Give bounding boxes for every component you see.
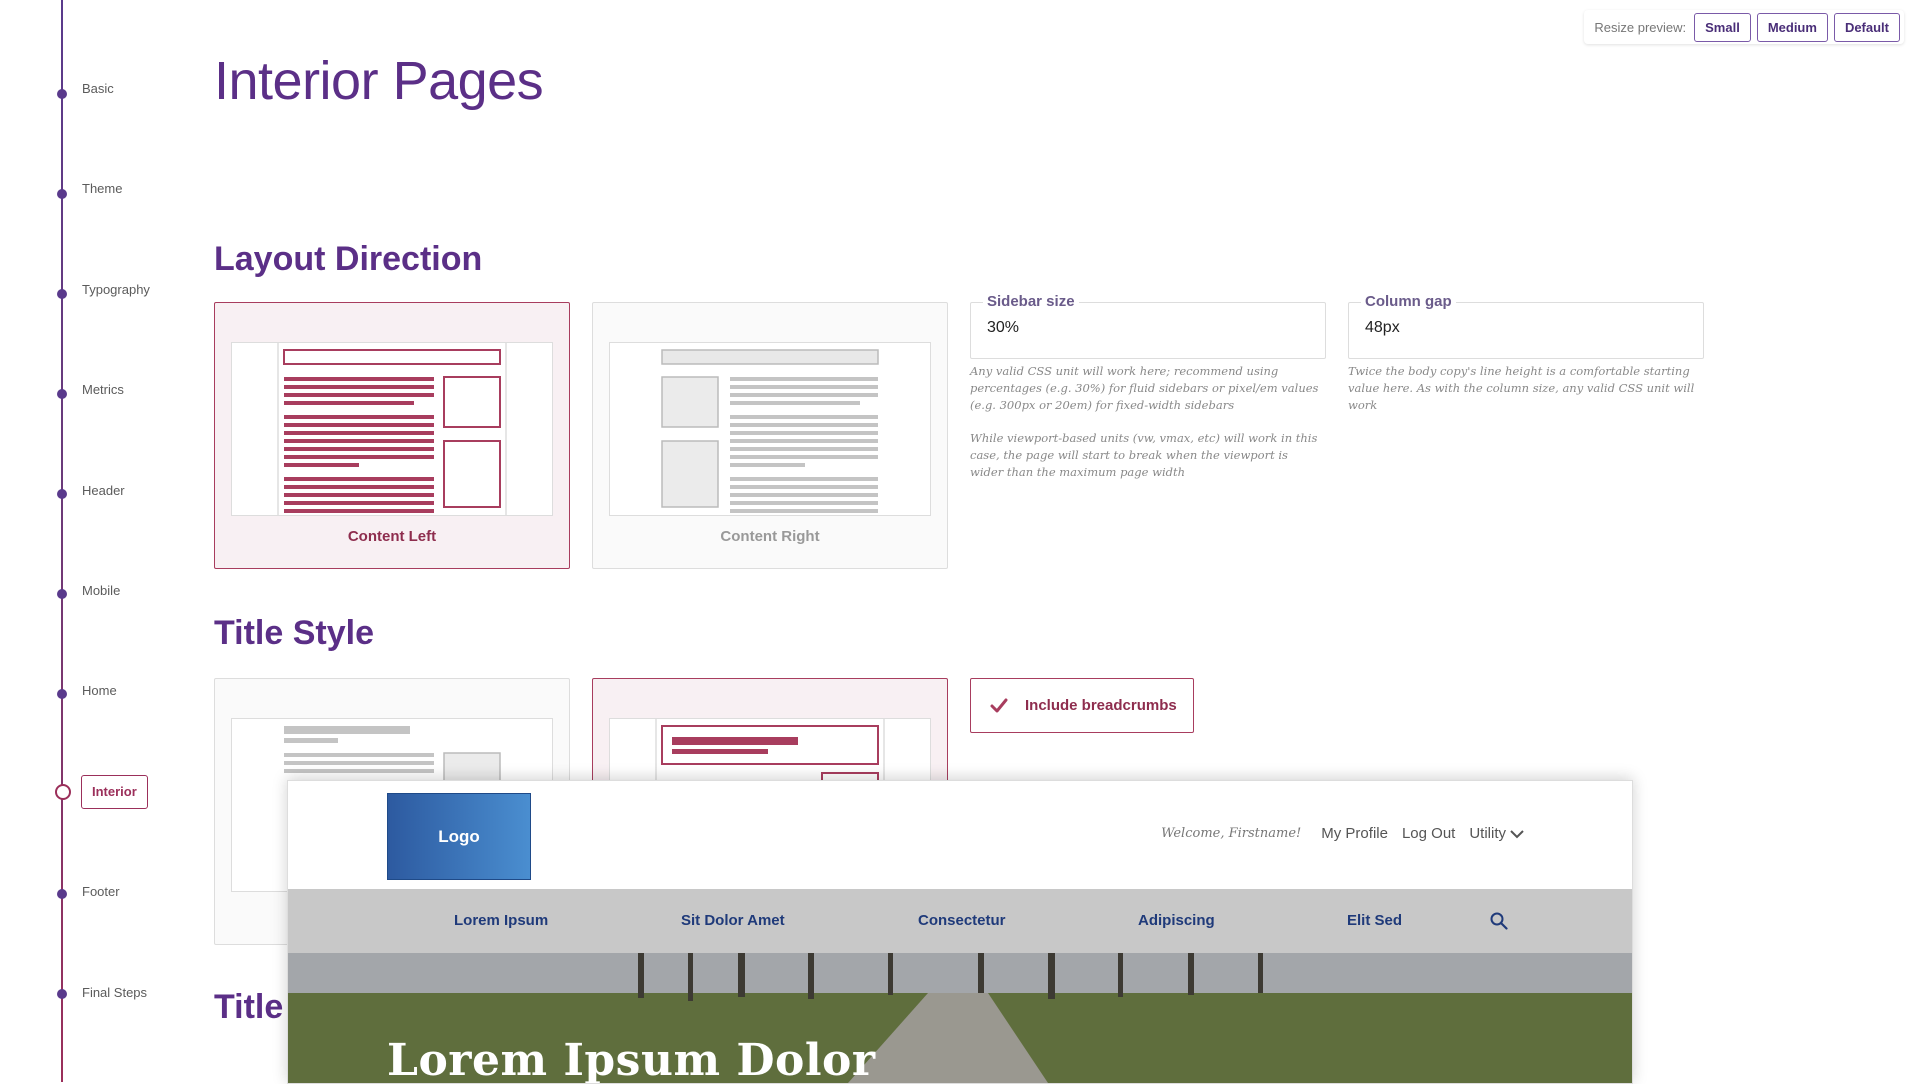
nav-item-interior[interactable]: Interior [81, 775, 148, 809]
include-breadcrumbs-toggle[interactable]: Include breadcrumbs [970, 678, 1194, 733]
layout-option-content-right[interactable]: Content Right [592, 302, 948, 569]
nav-item-basic[interactable]: Basic [82, 79, 114, 99]
preview-nav-elit-sed[interactable]: Elit Sed [1347, 889, 1402, 953]
nav-item-metrics[interactable]: Metrics [82, 380, 124, 400]
nav-item-theme[interactable]: Theme [82, 179, 122, 199]
nav-item-typography[interactable]: Typography [82, 280, 150, 300]
content-right-thumbnail [609, 342, 931, 516]
checkmark-icon [990, 698, 1008, 712]
preview-welcome-text: Welcome, Firstname! [1161, 826, 1302, 841]
nav-item-mobile[interactable]: Mobile [82, 581, 120, 601]
chevron-down-icon [1510, 829, 1524, 838]
content-left-thumbnail [231, 342, 553, 516]
nav-item-footer[interactable]: Footer [82, 882, 120, 902]
timeline-dot [57, 89, 67, 99]
timeline-dot [57, 889, 67, 899]
resize-default-button[interactable]: Default [1833, 12, 1900, 42]
page-title: Interior Pages [214, 51, 544, 111]
timeline-dot [57, 189, 67, 199]
timeline-dot [57, 389, 67, 399]
timeline-dot-active [55, 784, 71, 800]
content-left-diagram [277, 343, 507, 515]
preview-nav-lorem-ipsum[interactable]: Lorem Ipsum [454, 889, 548, 953]
site-preview-panel: Logo Welcome, Firstname! My Profile Log … [287, 780, 1633, 1084]
timeline-dot [57, 489, 67, 499]
preview-logo: Logo [387, 793, 531, 880]
resize-preview-label: Resize preview: [1594, 19, 1687, 35]
include-breadcrumbs-label: Include breadcrumbs [1025, 697, 1177, 714]
preview-nav-adipiscing[interactable]: Adipiscing [1138, 889, 1215, 953]
preview-main-nav: Lorem Ipsum Sit Dolor Amet Consectetur A… [288, 889, 1632, 953]
sidebar-size-input[interactable]: 30% [987, 319, 1019, 337]
sidebar-size-label: Sidebar size [983, 293, 1079, 310]
timeline-dot [57, 989, 67, 999]
preview-hero-image: Lorem Ipsum Dolor [288, 953, 1632, 1083]
preview-utility-nav: Welcome, Firstname! My Profile Log Out U… [1161, 825, 1524, 842]
preview-hero-title: Lorem Ipsum Dolor [387, 1035, 876, 1083]
timeline-dot [57, 589, 67, 599]
timeline-dot [57, 289, 67, 299]
content-right-label: Content Right [720, 528, 820, 545]
preview-utility-label: Utility [1469, 825, 1506, 842]
preview-nav-consectetur[interactable]: Consectetur [918, 889, 1006, 953]
timeline-line [61, 0, 63, 1082]
nav-item-home[interactable]: Home [82, 681, 117, 701]
preview-my-profile-link[interactable]: My Profile [1321, 825, 1388, 842]
nav-item-final-steps[interactable]: Final Steps [82, 983, 147, 1003]
content-left-label: Content Left [347, 528, 437, 545]
column-gap-input[interactable]: 48px [1365, 319, 1400, 337]
nav-item-header[interactable]: Header [82, 481, 125, 501]
resize-medium-button[interactable]: Medium [1756, 12, 1828, 42]
column-gap-label: Column gap [1361, 293, 1456, 310]
section-title-partial: Title [214, 988, 284, 1026]
sidebar-size-field[interactable]: Sidebar size 30% [970, 293, 1326, 359]
preview-nav-sit-dolor-amet[interactable]: Sit Dolor Amet [681, 889, 785, 953]
content-right-diagram [661, 349, 879, 513]
column-gap-field[interactable]: Column gap 48px [1348, 293, 1704, 359]
section-title-layout-direction: Layout Direction [214, 240, 483, 278]
layout-option-content-left[interactable]: Content Left [214, 302, 570, 569]
timeline-dot [57, 689, 67, 699]
sidebar-size-help: Any valid CSS unit will work here; recom… [970, 364, 1319, 412]
sidebar-size-help-viewport: While viewport-based units (vw, vmax, et… [970, 431, 1318, 479]
preview-log-out-link[interactable]: Log Out [1402, 825, 1455, 842]
column-gap-help: Twice the body copy's line height is a c… [1348, 364, 1695, 412]
resize-small-button[interactable]: Small [1694, 12, 1751, 42]
resize-preview-bar: Resize preview: Small Medium Default [1584, 10, 1904, 44]
search-icon[interactable] [1490, 912, 1508, 930]
preview-utility-menu[interactable]: Utility [1469, 825, 1524, 842]
section-title-title-style: Title Style [214, 614, 374, 652]
